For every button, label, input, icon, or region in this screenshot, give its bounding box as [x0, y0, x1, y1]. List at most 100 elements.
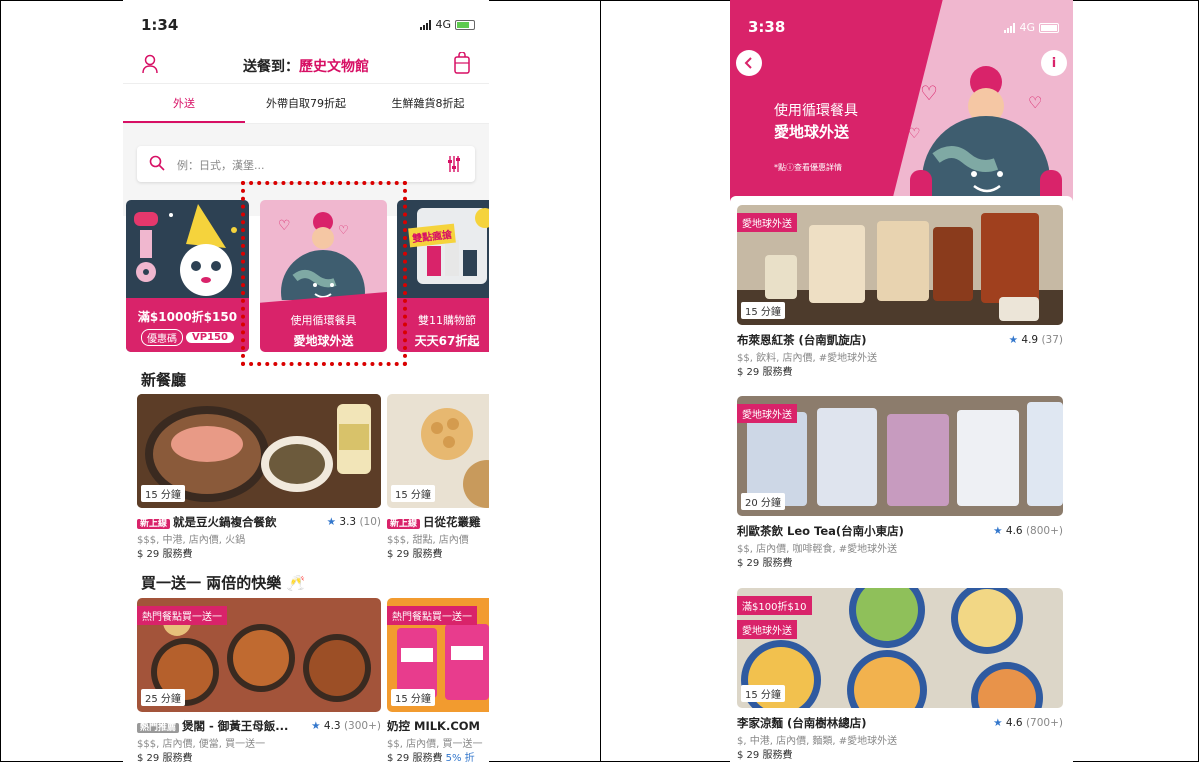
tab-delivery[interactable]: 外送 [123, 84, 245, 123]
restaurant-rating: ★ 4.6 (800+) [993, 525, 1063, 537]
banner-subtitle: 天天67折起 [414, 334, 480, 348]
chevron-left-icon [744, 57, 752, 69]
delivery-time: 15 分鐘 [391, 689, 435, 706]
restaurant-meta: $$, 店內價, 買一送一 [387, 739, 483, 750]
banner-title: 雙11購物節 [418, 314, 476, 327]
delivery-time: 15 分鐘 [741, 685, 785, 702]
restaurant-meta: $$$, 中港, 店內價, 火鍋 [137, 535, 246, 546]
rating-value: 4.9 [1021, 334, 1039, 346]
restaurant-photo: 15 分鐘 [387, 394, 489, 508]
banner-title: 滿$1000折$150 [137, 310, 238, 324]
info-icon: i [1051, 55, 1057, 71]
battery-icon [455, 19, 475, 30]
banner-footer: 雙11購物節 天天67折起 [397, 298, 489, 352]
rating-count: (700+) [1025, 717, 1063, 729]
delivery-address[interactable]: 送餐到：歷史文物館 [123, 56, 489, 76]
delivery-time: 25 分鐘 [141, 689, 185, 706]
new-badge: 新上線 [387, 519, 421, 529]
eco-delivery-screen: ♡ ♡ ♡ 3:38 4G i 使用循環餐具 愛地球外送 *點ⓘ查看優惠詳情 愛… [730, 0, 1073, 762]
eco-pill: 愛地球外送 [737, 404, 797, 423]
cart-icon[interactable] [453, 52, 471, 74]
promo-banner-discount[interactable]: 滿$1000折$150 優惠碼 VP150 [126, 200, 249, 352]
search-input[interactable]: 例：日式，漢堡... [137, 146, 475, 182]
restaurant-meta: $$$, 店內價, 便當, 買一送一 [137, 739, 266, 750]
restaurant-name: 奶控 MILK.COM [387, 719, 480, 733]
star-icon: ★ [993, 717, 1003, 729]
restaurant-photo: 愛地球外送 20 分鐘 [737, 396, 1063, 516]
status-indicators: 4G [1004, 21, 1059, 34]
home-screen: 1:34 4G 送餐到：歷史文物館 外送 外帶自取79折起 生鮮雜貨8折起 例：… [123, 0, 489, 762]
restaurant-meta: $$$, 甜點, 店內價 [387, 535, 469, 546]
filter-icon[interactable] [447, 155, 461, 173]
restaurant-photo: 熱門餐點買一送一 25 分鐘 [137, 598, 381, 712]
eco-pill: 愛地球外送 [737, 213, 797, 232]
promo-banner-double11[interactable]: 雙點瘋搶 雙11購物節 天天67折起 [397, 200, 489, 352]
hero-title: 使用循環餐具 [774, 103, 858, 119]
star-icon: ★ [993, 525, 1003, 537]
status-time: 3:38 [748, 18, 786, 36]
section-title-bogo: 買一送一 兩倍的快樂 🥂 [141, 574, 306, 592]
service-fee: $ 29 服務費 [137, 753, 193, 762]
delivery-time: 15 分鐘 [741, 302, 785, 319]
status-bar: 1:34 4G [123, 0, 489, 42]
status-time: 1:34 [141, 16, 179, 34]
svg-text:♡: ♡ [920, 81, 938, 105]
coupon-code: 優惠碼 VP150 [141, 329, 234, 346]
restaurant-title: 就是豆火鍋複合餐飲 [173, 515, 277, 529]
restaurant-name: 新上線 就是豆火鍋複合餐飲 [137, 514, 277, 530]
rating-count: (10) [359, 516, 381, 528]
highlight-box [241, 181, 407, 366]
hero-subtitle: 愛地球外送 [774, 123, 850, 141]
restaurant-photo: 愛地球外送 15 分鐘 [737, 205, 1063, 325]
restaurant-photo: 滿$100折$10 愛地球外送 15 分鐘 [737, 588, 1063, 708]
back-button[interactable] [736, 50, 762, 76]
restaurant-title: 煲閣 - 御黃王母飯... [182, 719, 289, 733]
delivery-time: 15 分鐘 [391, 485, 435, 502]
restaurant-name: 布萊恩紅茶 (台南凱旋店) [737, 333, 867, 347]
promo-pill: 熱門餐點買一送一 [387, 606, 477, 625]
search-placeholder: 例：日式，漢堡... [177, 159, 265, 172]
restaurant-name: 熱門推薦 煲閣 - 御黃王母飯... [137, 718, 288, 734]
shopping-illustration [417, 208, 489, 284]
restaurant-rating: ★ 4.3 (300+) [311, 720, 381, 732]
status-indicators: 4G [420, 18, 475, 31]
info-button[interactable]: i [1041, 50, 1067, 76]
coupon-label: 優惠碼 [141, 329, 184, 346]
panda-party-illustration [134, 204, 237, 296]
tab-grocery[interactable]: 生鮮雜貨8折起 [367, 84, 489, 123]
restaurant-rating: ★ 3.3 (10) [327, 516, 381, 528]
panel-divider [600, 0, 601, 762]
restaurant-name: 利歐茶飲 Leo Tea(台南小東店) [737, 524, 904, 538]
service-fee: $ 29 服務費 [137, 549, 193, 560]
restaurant-meta: $, 中港, 店內價, 麵類, #愛地球外送 [737, 736, 898, 747]
rating-value: 3.3 [339, 516, 357, 528]
coupon-value: VP150 [186, 332, 234, 343]
rating-count: (300+) [343, 720, 381, 732]
delivery-location: 歷史文物館 [299, 59, 369, 75]
restaurant-photo: 熱門餐點買一送一 15 分鐘 [387, 598, 489, 712]
network-label: 4G [435, 18, 451, 31]
discount-pill: 滿$100折$10 [737, 596, 812, 615]
service-tabs: 外送 外帶自取79折起 生鮮雜貨8折起 [123, 84, 489, 124]
star-icon: ★ [326, 516, 337, 528]
banner-footer: 滿$1000折$150 優惠碼 VP150 [126, 298, 249, 352]
network-label: 4G [1019, 21, 1035, 34]
new-badge: 新上線 [137, 519, 171, 529]
star-icon: ★ [311, 720, 321, 732]
restaurant-title: 日從花叢雞 [423, 515, 481, 529]
tab-pickup[interactable]: 外帶自取79折起 [245, 84, 367, 123]
signal-icon [420, 19, 432, 30]
discount-value: 5% 折 [445, 753, 475, 762]
rating-count: (37) [1041, 334, 1063, 346]
signal-icon [1004, 22, 1016, 33]
hot-badge: 熱門推薦 [137, 723, 180, 733]
rating-count: (800+) [1025, 525, 1063, 537]
hero-note: *點ⓘ查看優惠詳情 [774, 163, 842, 172]
restaurant-name: 新上線 日從花叢雞 [387, 514, 481, 530]
fee-value: $ 29 服務費 [387, 753, 443, 762]
service-fee: $ 29 服務費 [737, 558, 793, 569]
service-fee: $ 29 服務費 [387, 549, 443, 560]
star-icon: ★ [1008, 334, 1019, 346]
deliver-label: 送餐到： [243, 59, 299, 75]
top-bar: 送餐到：歷史文物館 [123, 42, 489, 84]
